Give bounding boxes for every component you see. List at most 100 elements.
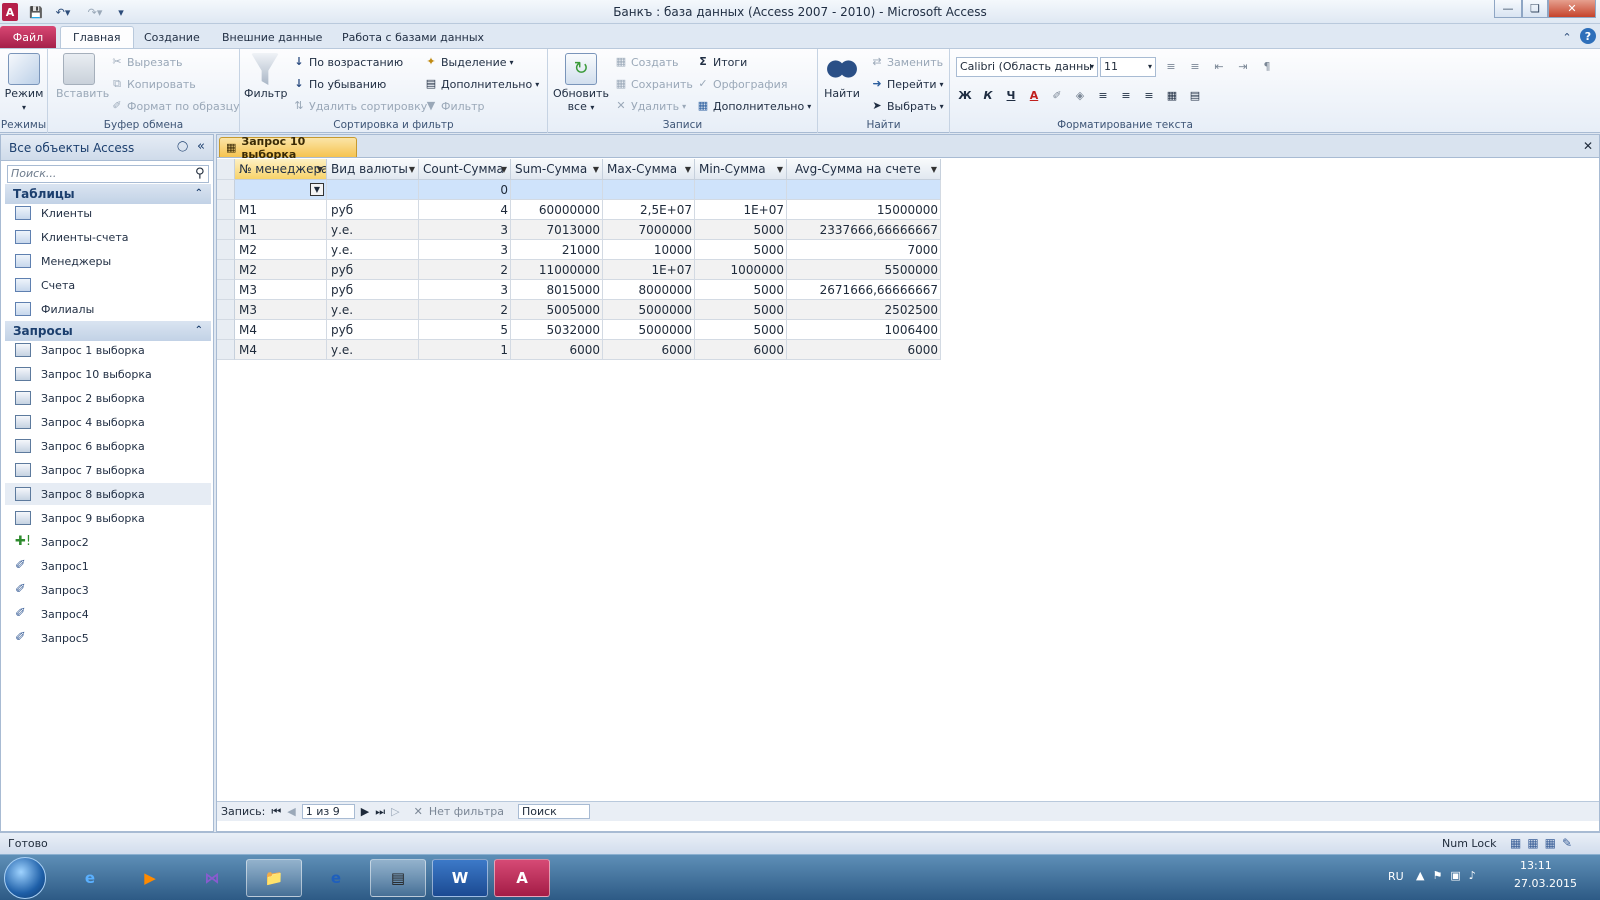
nav-item-query[interactable]: Запрос 2 выборка [5, 387, 211, 409]
nav-options-icon[interactable]: ◯ [177, 141, 188, 152]
record-search-input[interactable]: Поиск [517, 804, 590, 819]
nav-item-table[interactable]: Филиалы [5, 298, 211, 320]
table-cell[interactable]: М2 [235, 260, 327, 280]
table-cell[interactable]: 7013000 [511, 220, 603, 240]
table-cell[interactable]: 2671666,66666667 [787, 280, 941, 300]
totals-button[interactable]: Σ Итоги [696, 55, 747, 69]
spelling-button[interactable]: ✓ Орфография [696, 77, 787, 91]
column-header[interactable]: Min-Сумма ▼ [695, 159, 787, 180]
select-button[interactable]: ➤ Выбрать ▾ [870, 99, 943, 113]
copy-button[interactable]: ⧉ Копировать [110, 77, 196, 91]
tab-home[interactable]: Главная [60, 26, 134, 48]
increase-indent-icon[interactable]: ⇥ [1236, 60, 1250, 74]
alternate-fill-icon[interactable]: ▤ [1188, 89, 1202, 103]
tab-database-tools[interactable]: Работа с базами данных [330, 26, 496, 48]
align-center-icon[interactable]: ≡ [1119, 89, 1133, 103]
replace-button[interactable]: ⇄ Заменить [870, 55, 943, 69]
row-selector[interactable] [217, 180, 235, 200]
bullets-icon[interactable]: ≡ [1164, 60, 1178, 74]
numbering-icon[interactable]: ≡ [1188, 60, 1202, 74]
ie-document-icon[interactable]: e [308, 859, 364, 897]
column-dropdown-icon[interactable]: ▼ [593, 159, 599, 179]
table-cell[interactable]: 1E+07 [695, 200, 787, 220]
totals-cell[interactable] [787, 180, 941, 200]
access-icon[interactable]: A [494, 859, 550, 897]
gridlines-icon[interactable]: ▦ [1165, 89, 1179, 103]
view-button[interactable]: Режим ▾ [4, 53, 44, 113]
table-cell[interactable]: 10000 [603, 240, 695, 260]
column-dropdown-icon[interactable]: ▼ [931, 159, 937, 179]
minimize-button[interactable]: — [1494, 0, 1522, 18]
help-icon[interactable]: ? [1580, 28, 1596, 44]
table-cell[interactable]: 5000 [695, 300, 787, 320]
save-record-button[interactable]: ▦ Сохранить [614, 77, 693, 91]
align-right-icon[interactable]: ≡ [1142, 89, 1156, 103]
totals-cell[interactable] [511, 180, 603, 200]
cut-button[interactable]: ✂ Вырезать [110, 55, 182, 69]
collapse-pane-icon[interactable]: « [197, 139, 205, 154]
goto-button[interactable]: ➜ Перейти ▾ [870, 77, 943, 91]
language-indicator[interactable]: RU [1388, 870, 1404, 883]
table-cell[interactable]: руб [327, 320, 419, 340]
table-cell[interactable]: 5000 [695, 240, 787, 260]
font-size-select[interactable]: 11 ▾ [1100, 57, 1156, 77]
table-cell[interactable]: 2 [419, 260, 511, 280]
align-left-icon[interactable]: ≡ [1096, 89, 1110, 103]
start-button[interactable] [4, 857, 46, 899]
ie-icon[interactable]: e [62, 859, 118, 897]
column-dropdown-icon[interactable]: ▼ [317, 159, 323, 179]
document-icon[interactable]: ▤ [370, 859, 426, 897]
totals-cell[interactable] [695, 180, 787, 200]
nav-item-query[interactable]: ✐ Запрос3 [5, 579, 211, 601]
media-player-icon[interactable]: ▶ [122, 859, 178, 897]
table-cell[interactable]: 6000 [695, 340, 787, 360]
font-name-select[interactable]: Calibri (Область данны ▾ [956, 57, 1098, 77]
table-cell[interactable]: 6000 [603, 340, 695, 360]
table-cell[interactable]: 1006400 [787, 320, 941, 340]
nav-item-query[interactable]: Запрос 6 выборка [5, 435, 211, 457]
bold-icon[interactable]: Ж [958, 89, 972, 103]
column-header[interactable]: Count-Сумма ▼ [419, 159, 511, 180]
table-cell[interactable]: 5 [419, 320, 511, 340]
last-record-icon[interactable]: ⏭ [375, 805, 385, 819]
table-cell[interactable]: 3 [419, 240, 511, 260]
tab-create[interactable]: Создание [132, 26, 212, 48]
column-header[interactable]: Sum-Сумма ▼ [511, 159, 603, 180]
row-selector[interactable] [217, 200, 235, 220]
table-cell[interactable]: 6000 [511, 340, 603, 360]
table-cell[interactable]: М1 [235, 220, 327, 240]
nav-item-query[interactable]: ✐ Запрос5 [5, 627, 211, 649]
font-color-icon[interactable]: A [1027, 89, 1041, 103]
table-cell[interactable]: 5032000 [511, 320, 603, 340]
table-cell[interactable]: 1E+07 [603, 260, 695, 280]
nav-item-table[interactable]: Менеджеры [5, 250, 211, 272]
table-cell[interactable]: 7000 [787, 240, 941, 260]
current-record-input[interactable]: 1 из 9 [301, 804, 355, 819]
next-record-icon[interactable]: ▶ [361, 805, 369, 818]
paste-button[interactable]: Вставить [56, 53, 109, 100]
toggle-filter-button[interactable]: ▼ Фильтр [424, 99, 485, 113]
advanced-filter-button[interactable]: ▤ Дополнительно ▾ [424, 77, 539, 91]
nav-item-query[interactable]: Запрос 8 выборка [5, 483, 211, 505]
close-document-icon[interactable]: ✕ [1583, 139, 1593, 153]
table-cell[interactable]: 1000000 [695, 260, 787, 280]
table-cell[interactable]: М1 [235, 200, 327, 220]
explorer-icon[interactable]: 📁 [246, 859, 302, 897]
table-cell[interactable]: 5000000 [603, 300, 695, 320]
table-cell[interactable]: 2337666,66666667 [787, 220, 941, 240]
nav-item-query[interactable]: ✚! Запрос2 [5, 531, 211, 553]
table-cell[interactable]: у.е. [327, 240, 419, 260]
row-selector[interactable] [217, 260, 235, 280]
row-selector[interactable] [217, 300, 235, 320]
table-cell[interactable]: у.е. [327, 300, 419, 320]
row-selector[interactable] [217, 240, 235, 260]
nav-item-query[interactable]: Запрос 1 выборка [5, 339, 211, 361]
first-record-icon[interactable]: ⏮ [271, 805, 281, 819]
column-header[interactable]: Max-Сумма ▼ [603, 159, 695, 180]
nav-item-query[interactable]: Запрос 7 выборка [5, 459, 211, 481]
sort-descending-button[interactable]: ↓ По убыванию [292, 77, 386, 91]
table-cell[interactable]: 3 [419, 220, 511, 240]
table-cell[interactable]: 3 [419, 280, 511, 300]
maximize-button[interactable]: ❏ [1522, 0, 1548, 18]
row-selector[interactable] [217, 320, 235, 340]
